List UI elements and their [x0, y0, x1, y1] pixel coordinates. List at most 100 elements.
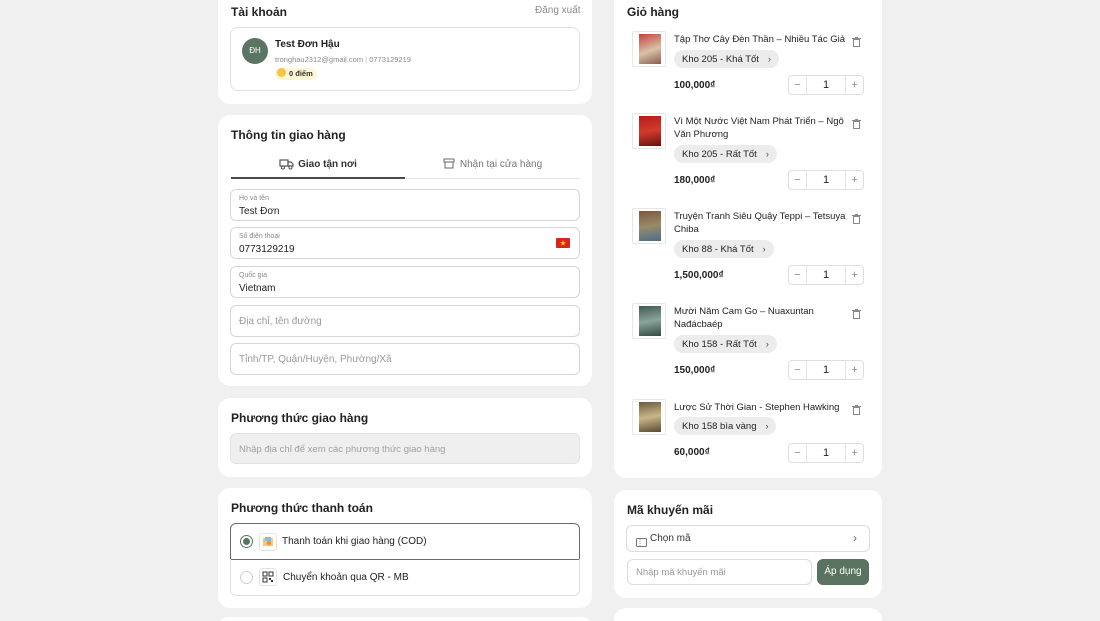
- cart-item-3-trash-icon[interactable]: [852, 211, 861, 224]
- truck-icon: [279, 157, 294, 175]
- promo-select[interactable]: Chọn mã ›: [626, 525, 870, 552]
- tab-home-delivery-label: Giao tận nơi: [298, 159, 357, 170]
- cart-item-4-thumbnail: [632, 303, 666, 339]
- cart-item-4-variant-label: Kho 158 - Rất Tốt: [682, 339, 757, 350]
- chevron-right-icon: ›: [765, 149, 769, 159]
- vietnam-flag-icon: [556, 238, 570, 248]
- payment-option-qr[interactable]: Chuyển khoản qua QR - MB: [230, 559, 580, 596]
- cart-item-3-increment-button[interactable]: +: [845, 266, 863, 284]
- cart-item-2-trash-icon[interactable]: [852, 116, 861, 129]
- cod-label: Thanh toán khi giao hàng (COD): [282, 536, 427, 547]
- cart-item-5-price: 60,000₫: [674, 447, 710, 458]
- name-field[interactable]: Họ và tên Test Đơn: [230, 189, 580, 221]
- cart-item-2-increment-button[interactable]: +: [845, 171, 863, 189]
- cart-item-5-name: Lược Sử Thời Gian - Stephen Hawking: [674, 402, 840, 413]
- region-field[interactable]: Tỉnh/TP, Quận/Huyện, Phường/Xã: [230, 343, 580, 375]
- country-field[interactable]: Quốc gia Vietnam: [230, 266, 580, 298]
- promo-code-placeholder: Nhập mã khuyến mãi: [636, 567, 726, 578]
- account-email: tronghau2312@gmail.com: [275, 55, 364, 64]
- cod-radio[interactable]: [240, 535, 253, 548]
- cart-item-4-quantity-stepper[interactable]: −1 +: [788, 360, 864, 380]
- tab-home-delivery[interactable]: Giao tận nơi: [231, 152, 405, 179]
- cart-item-2-name: Vì Một Nước Việt Nam Phát Triển – Ngô Vă…: [674, 116, 844, 140]
- cart-item-1-name: Tập Thơ Cây Đèn Thần – Nhiều Tác Giả: [674, 34, 845, 45]
- cart-item-5-decrement-button[interactable]: −: [789, 444, 807, 462]
- cart-item-2-variant-label: Kho 205 - Rất Tốt: [682, 149, 757, 160]
- region-field-placeholder: Tỉnh/TP, Quận/Huyện, Phường/Xã: [239, 354, 392, 365]
- cart-item-4-trash-icon[interactable]: [852, 306, 861, 319]
- qr-radio[interactable]: [240, 571, 253, 584]
- shipping-method-placeholder-box: Nhập địa chỉ để xem các phương thức giao…: [230, 433, 580, 464]
- cart-item-2-quantity[interactable]: 1: [807, 171, 845, 189]
- tab-store-pickup[interactable]: Nhận tại cửa hàng: [405, 152, 580, 179]
- cart-item-2-quantity-stepper[interactable]: −1 +: [788, 170, 864, 190]
- cart-item-3-quantity-stepper[interactable]: −1 +: [788, 265, 864, 285]
- address-field-placeholder: Địa chỉ, tên đường: [239, 316, 322, 327]
- cart-item-3-name: Truyện Tranh Siêu Quậy Teppi – Tetsuya C…: [674, 211, 846, 235]
- points-value: 0 điểm: [289, 69, 313, 78]
- chevron-right-icon: ›: [767, 54, 771, 64]
- account-phone: 0773129219: [369, 55, 411, 64]
- cart-item-1-variant[interactable]: Kho 205 - Khá Tốt ›: [674, 50, 779, 68]
- cart-item-3-price: 1,500,000₫: [674, 270, 724, 281]
- promo-select-label: Chọn mã: [650, 533, 691, 544]
- ticket-icon: [636, 534, 647, 552]
- cart-item-5-increment-button[interactable]: +: [845, 444, 863, 462]
- phone-field-value: 0773129219: [239, 244, 295, 255]
- cart-item-3-thumbnail: [632, 208, 666, 244]
- phone-field[interactable]: Số điện thoại 0773129219: [230, 227, 580, 259]
- cart-item-2-decrement-button[interactable]: −: [789, 171, 807, 189]
- cart-item-4-quantity[interactable]: 1: [807, 361, 845, 379]
- account-name: Test Đơn Hậu: [275, 39, 340, 50]
- cart-item-4-increment-button[interactable]: +: [845, 361, 863, 379]
- cart-item-4-price: 150,000₫: [674, 365, 716, 376]
- cart-item-4-variant[interactable]: Kho 158 - Rất Tốt ›: [674, 335, 777, 353]
- cart-item-1-price: 100,000₫: [674, 80, 716, 91]
- cart-item-2-price: 180,000₫: [674, 175, 716, 186]
- cart-item-5-thumbnail: [632, 399, 666, 435]
- phone-field-label: Số điện thoại: [239, 233, 280, 240]
- country-field-label: Quốc gia: [239, 272, 268, 279]
- cart-item-1-quantity-stepper[interactable]: −1 +: [788, 75, 864, 95]
- cart-item-1-increment-button[interactable]: +: [845, 76, 863, 94]
- points-badge: 0 điểm: [275, 68, 317, 80]
- shipping-method-title: Phương thức giao hàng: [231, 411, 369, 425]
- account-title: Tài khoản: [231, 5, 288, 19]
- cart-item-3-decrement-button[interactable]: −: [789, 266, 807, 284]
- cart-item-1-variant-label: Kho 205 - Khá Tốt: [682, 54, 759, 65]
- promo-code-input[interactable]: Nhập mã khuyến mãi: [627, 559, 812, 585]
- store-icon: [443, 156, 455, 174]
- cart-item-1-trash-icon[interactable]: [852, 34, 861, 47]
- tab-store-pickup-label: Nhận tại cửa hàng: [459, 159, 543, 170]
- cart-item-5-quantity-stepper[interactable]: −1 +: [788, 443, 864, 463]
- cart-item-1-quantity[interactable]: 1: [807, 76, 845, 94]
- cart-item-5-quantity[interactable]: 1: [807, 444, 845, 462]
- cart-item-3-variant[interactable]: Kho 88 - Khá Tốt ›: [674, 240, 774, 258]
- cart-item-1-decrement-button[interactable]: −: [789, 76, 807, 94]
- avatar: ĐH: [242, 38, 268, 64]
- next-card-right: [614, 608, 882, 621]
- chevron-right-icon: ›: [765, 421, 769, 431]
- payment-title: Phương thức thanh toán: [231, 501, 373, 515]
- chevron-right-icon: ›: [762, 244, 766, 254]
- cart-item-1-thumbnail: [632, 31, 666, 67]
- account-contact: tronghau2312@gmail.com | 0773129219: [275, 55, 411, 64]
- payment-option-cod[interactable]: Thanh toán khi giao hàng (COD): [230, 523, 580, 560]
- promo-title: Mã khuyến mãi: [627, 503, 714, 517]
- country-field-value: Vietnam: [239, 283, 276, 294]
- cart-item-5-trash-icon[interactable]: [852, 402, 861, 415]
- qr-label: Chuyển khoản qua QR - MB: [283, 572, 409, 583]
- cart-item-2-variant[interactable]: Kho 205 - Rất Tốt ›: [674, 145, 777, 163]
- logout-link[interactable]: Đăng xuất: [535, 5, 581, 16]
- cart-item-5-variant[interactable]: Kho 158 bìa vàng ›: [674, 417, 777, 435]
- chevron-right-icon: ›: [853, 531, 857, 545]
- cart-item-5-variant-label: Kho 158 bìa vàng: [682, 421, 757, 432]
- address-field[interactable]: Địa chỉ, tên đường: [230, 305, 580, 337]
- cash-icon: [259, 533, 277, 551]
- chevron-right-icon: ›: [765, 339, 769, 349]
- cart-item-2-thumbnail: [632, 113, 666, 149]
- apply-button[interactable]: Áp dụng: [817, 559, 869, 585]
- cart-item-3-quantity[interactable]: 1: [807, 266, 845, 284]
- cart-item-4-decrement-button[interactable]: −: [789, 361, 807, 379]
- qr-code-icon: [259, 568, 277, 586]
